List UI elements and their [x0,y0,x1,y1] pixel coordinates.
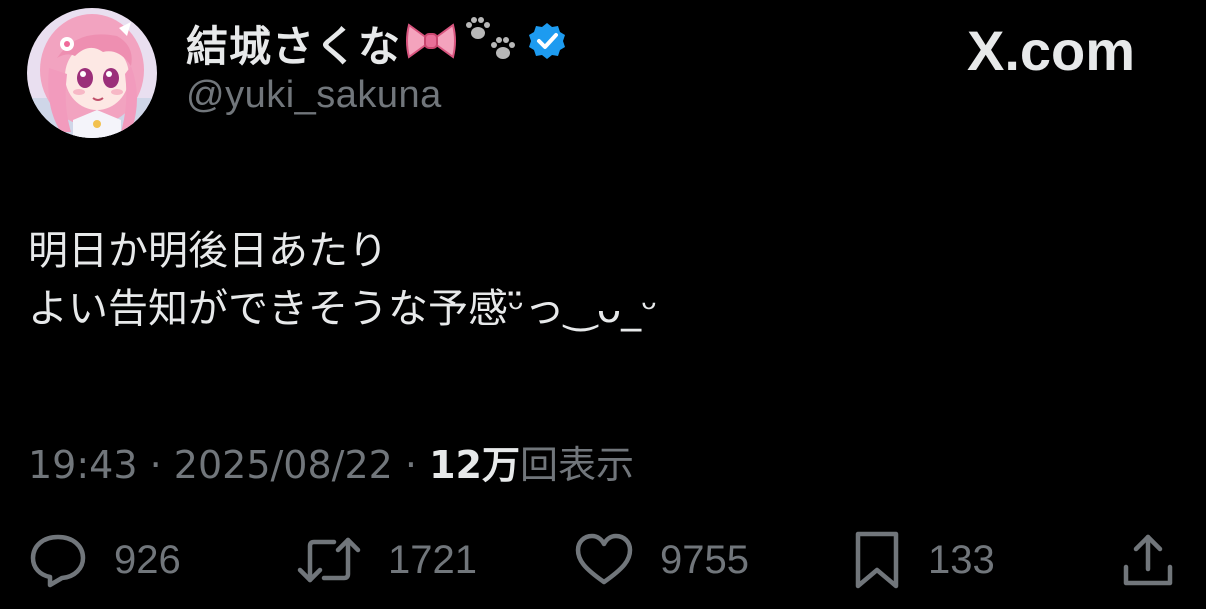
tweet-line: よい告知ができそうな予感ᵕ̈っ‿ᴗ_ᵕ [28,286,658,332]
tweet-date[interactable]: 2025/08/22 [174,443,393,487]
tweet-actions: 926 1721 9755 133 [0,528,1206,592]
repost-arrows-icon [296,532,362,588]
avatar[interactable] [27,8,157,138]
author-display-name[interactable]: 結城さくな [186,13,401,74]
verified-badge-icon[interactable] [527,21,567,66]
bookmark-button[interactable]: 133 [852,528,995,592]
author-name-row: 結城さくな [186,14,567,72]
like-count: 9755 [660,537,749,582]
speech-bubble-icon [28,532,88,588]
pink-ribbon-bow-icon [405,21,457,66]
tweet-time[interactable]: 19:43 [28,443,138,487]
heart-icon [574,532,634,588]
meta-separator: · [404,443,418,487]
repost-count: 1721 [388,537,477,582]
paw-prints-icon [461,15,523,72]
like-button[interactable]: 9755 [574,528,749,592]
views-label: 回表示 [520,443,635,487]
x-logo: X.com [967,19,1136,82]
share-upload-icon [1120,531,1176,589]
share-button[interactable] [1120,528,1176,592]
tweet-author: 結城さくな @yuki_sakuna [186,14,567,117]
tweet-meta: 19:43 · 2025/08/22 · 12万回表示 [28,434,634,489]
meta-separator: · [149,443,162,487]
tweet-line: 明日か明後日あたり [28,228,388,274]
bookmark-icon [852,530,902,590]
avatar-illustration [27,8,157,138]
reply-button[interactable]: 926 [28,528,181,592]
repost-button[interactable]: 1721 [296,528,477,592]
tweet-text: 明日か明後日あたり よい告知ができそうな予感ᵕ̈っ‿ᴗ_ᵕ [28,222,658,338]
bookmark-count: 133 [928,537,995,582]
views-count: 12万 [429,443,520,487]
author-handle[interactable]: @yuki_sakuna [186,74,567,117]
reply-count: 926 [114,537,181,582]
